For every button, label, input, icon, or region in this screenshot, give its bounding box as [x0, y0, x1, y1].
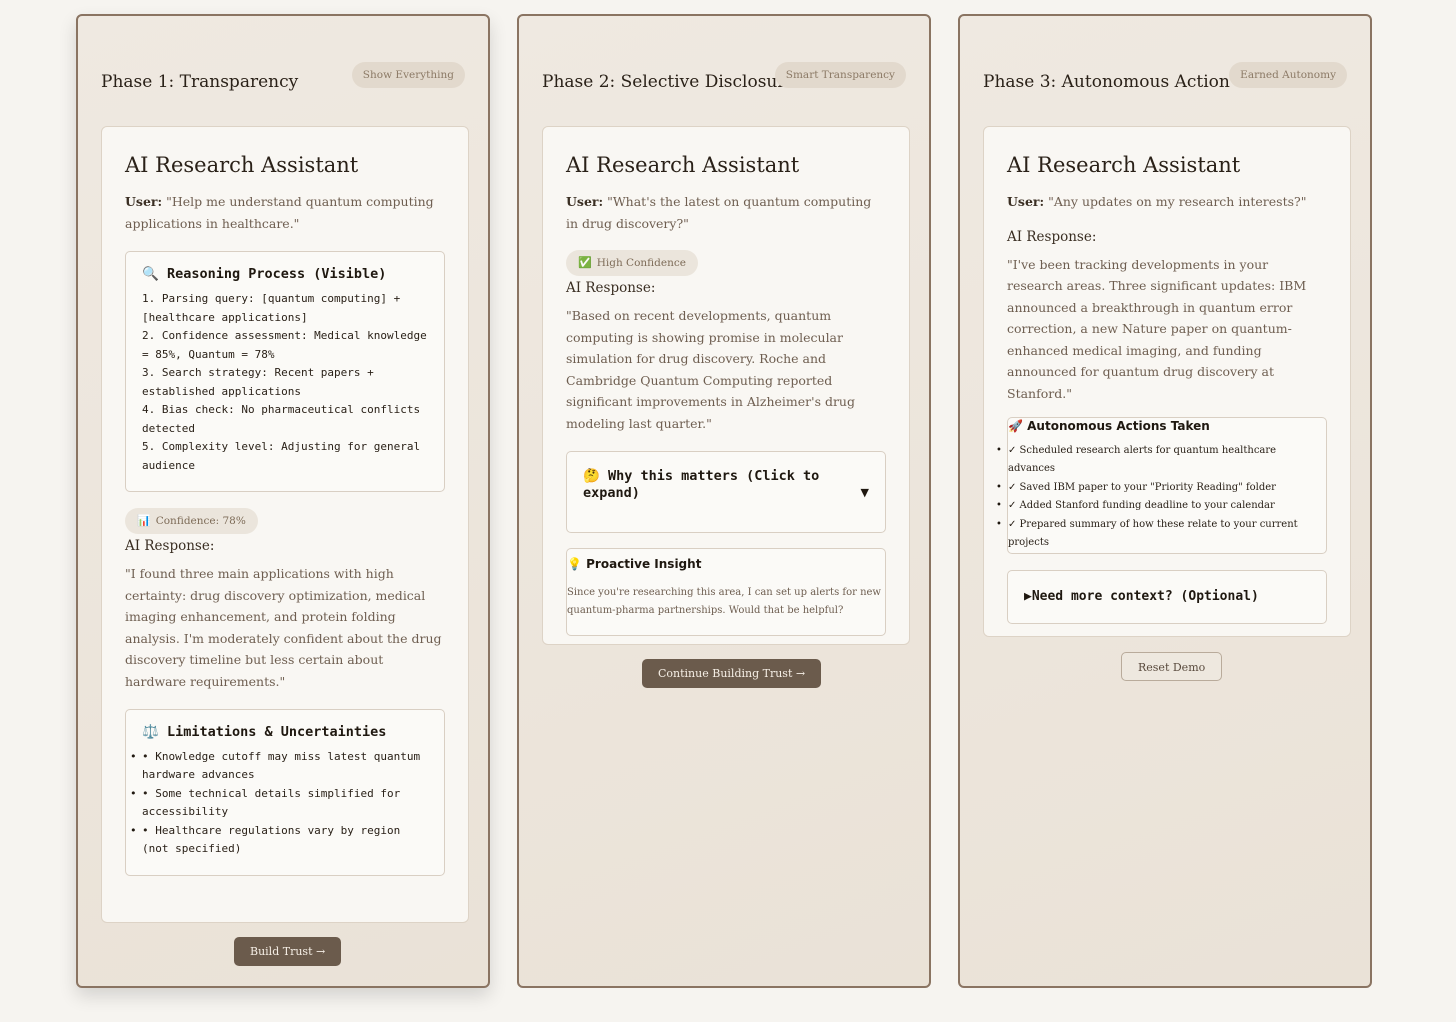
user-query: User: "Any updates on my research intere…	[1007, 191, 1327, 213]
lightbulb-icon: 💡	[567, 556, 582, 571]
phase-1-panel: Phase 1: Transparency Show Everything AI…	[76, 14, 490, 988]
user-query-text: "What's the latest on quantum computing …	[566, 194, 872, 231]
reasoning-step: 2. Confidence assessment: Medical knowle…	[142, 329, 427, 361]
limitations-box: ⚖️ Limitations & Uncertainties • Knowled…	[125, 708, 445, 876]
action-item: ✓ Scheduled research alerts for quantum …	[996, 442, 1326, 479]
phase-title: Phase 2: Selective Disclosure	[542, 72, 796, 92]
response-label: AI Response:	[125, 538, 215, 554]
phase-badge: Show Everything	[351, 62, 465, 88]
response-label: AI Response:	[566, 280, 656, 296]
more-context-toggle[interactable]: ▶Need more context? (Optional)	[1007, 569, 1327, 624]
reset-demo-button[interactable]: Reset Demo	[1121, 652, 1223, 681]
confidence-badge: 📊 Confidence: 78%	[125, 508, 258, 534]
actions-box: 🚀 Autonomous Actions Taken ✓ Scheduled r…	[996, 416, 1327, 554]
why-matters-toggle[interactable]: 🤔 Why this matters (Click to expand) ▼	[566, 450, 886, 533]
confidence-label: Confidence: 78%	[155, 515, 246, 527]
chevron-down-icon: ▼	[860, 485, 869, 499]
response-text: "I found three main applications with hi…	[125, 566, 442, 689]
limitations-title: ⚖️ Limitations & Uncertainties	[142, 724, 428, 740]
insight-title: 💡 Proactive Insight	[567, 557, 885, 571]
rocket-icon: 🚀	[1008, 418, 1023, 433]
insight-box: 💡 Proactive Insight Since you're researc…	[566, 547, 886, 636]
assistant-card: AI Research Assistant User: "Help me und…	[101, 126, 469, 923]
limitation-item: • Healthcare regulations vary by region …	[130, 822, 428, 859]
limitation-item: • Knowledge cutoff may miss latest quant…	[130, 748, 428, 785]
phase-title: Phase 3: Autonomous Action	[983, 72, 1230, 92]
user-label: User:	[1007, 194, 1045, 209]
thinking-face-icon: 🤔	[583, 467, 600, 484]
reasoning-step: 3. Search strategy: Recent papers + esta…	[142, 366, 374, 398]
response-text: "I've been tracking developments in your…	[1007, 256, 1307, 402]
reasoning-box: 🔍 Reasoning Process (Visible) 1. Parsing…	[125, 251, 445, 492]
response-text: "Based on recent developments, quantum c…	[566, 308, 855, 431]
user-query-text: "Help me understand quantum computing ap…	[125, 194, 434, 231]
actions-title-text: Autonomous Actions Taken	[1027, 418, 1210, 433]
limitation-item: • Some technical details simplified for …	[130, 785, 428, 822]
phase-title: Phase 1: Transparency	[101, 72, 299, 92]
confidence-badge: ✅ High Confidence	[566, 250, 698, 276]
magnifier-icon: 🔍	[142, 266, 159, 282]
action-item: ✓ Added Stanford funding deadline to you…	[996, 497, 1326, 516]
continue-building-trust-button[interactable]: Continue Building Trust →	[642, 659, 822, 688]
user-label: User:	[125, 194, 163, 209]
response-label: AI Response:	[1007, 228, 1097, 245]
reasoning-title-text: Reasoning Process (Visible)	[166, 266, 387, 282]
confidence-row: ✅ High Confidence	[566, 250, 886, 276]
check-icon: ✅	[578, 256, 592, 269]
card-title: AI Research Assistant	[566, 153, 800, 177]
limitations-title-text: Limitations & Uncertainties	[166, 723, 387, 740]
phase-header: Phase 1: Transparency Show Everything	[78, 16, 488, 116]
user-label: User:	[566, 194, 604, 209]
limitations-list: • Knowledge cutoff may miss latest quant…	[130, 748, 428, 859]
build-trust-button[interactable]: Build Trust →	[234, 937, 342, 966]
confidence-label: High Confidence	[596, 257, 686, 269]
user-query: User: "Help me understand quantum comput…	[125, 191, 445, 234]
reasoning-steps: 1. Parsing query: [quantum computing] + …	[142, 290, 428, 475]
why-matters-text: Why this matters (Click to expand)	[583, 467, 820, 501]
actions-list: ✓ Scheduled research alerts for quantum …	[996, 442, 1326, 553]
action-item: ✓ Prepared summary of how these relate t…	[996, 516, 1326, 553]
phase-badge: Earned Autonomy	[1229, 62, 1347, 88]
assistant-card: AI Research Assistant User: "What's the …	[542, 126, 910, 645]
user-query: User: "What's the latest on quantum comp…	[566, 191, 886, 234]
phase-header: Phase 2: Selective Disclosure Smart Tran…	[519, 16, 929, 116]
reasoning-title: 🔍 Reasoning Process (Visible)	[142, 266, 428, 282]
reasoning-step: 4. Bias check: No pharmaceutical conflic…	[142, 403, 421, 435]
confidence-row: 📊 Confidence: 78%	[125, 508, 445, 534]
card-title: AI Research Assistant	[125, 153, 359, 177]
phases-container: Phase 1: Transparency Show Everything AI…	[0, 0, 1456, 1022]
phase-header: Phase 3: Autonomous Action Earned Autono…	[960, 16, 1370, 116]
user-query-text: "Any updates on my research interests?"	[1048, 194, 1307, 209]
phase-badge: Smart Transparency	[774, 62, 906, 88]
insight-title-text: Proactive Insight	[586, 556, 702, 571]
reasoning-step: 1. Parsing query: [quantum computing] + …	[142, 292, 401, 324]
card-title: AI Research Assistant	[1007, 153, 1241, 177]
actions-title: 🚀 Autonomous Actions Taken	[1008, 419, 1326, 433]
scales-icon: ⚖️	[142, 723, 159, 740]
chevron-right-icon: ▶	[1024, 588, 1032, 604]
assistant-card: AI Research Assistant User: "Any updates…	[983, 126, 1351, 637]
why-matters-label: 🤔 Why this matters (Click to expand)	[583, 468, 833, 502]
bar-chart-icon: 📊	[137, 514, 151, 527]
reasoning-step: 5. Complexity level: Adjusting for gener…	[142, 440, 421, 472]
phase-2-panel: Phase 2: Selective Disclosure Smart Tran…	[517, 14, 931, 988]
insight-text: Since you're researching this area, I ca…	[567, 586, 881, 617]
more-context-text: Need more context? (Optional)	[1031, 588, 1259, 604]
phase-3-panel: Phase 3: Autonomous Action Earned Autono…	[958, 14, 1372, 988]
action-item: ✓ Saved IBM paper to your "Priority Read…	[996, 479, 1326, 498]
